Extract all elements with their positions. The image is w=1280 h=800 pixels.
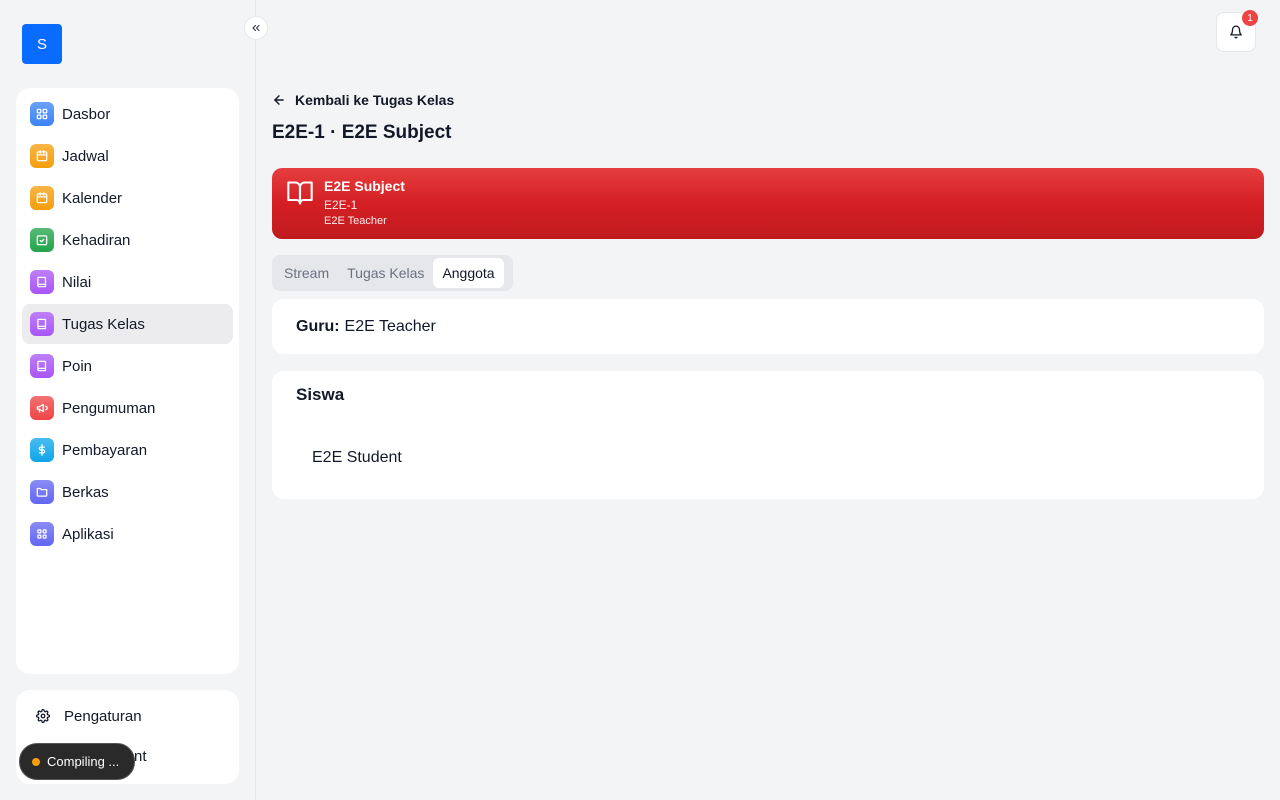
sidebar-item-pengumuman[interactable]: Pengumuman xyxy=(22,388,233,428)
sidebar-item-tugas-kelas[interactable]: Tugas Kelas xyxy=(22,304,233,344)
sidebar-item-label: Nilai xyxy=(62,273,92,291)
check-calendar-icon xyxy=(30,228,54,252)
class-tabs: Stream Tugas Kelas Anggota xyxy=(272,255,513,291)
sidebar-item-label: Kalender xyxy=(62,189,123,207)
sidebar-item-kehadiran[interactable]: Kehadiran xyxy=(22,220,233,260)
banner-teacher: E2E Teacher xyxy=(324,215,387,227)
sidebar-item-berkas[interactable]: Berkas xyxy=(22,472,233,512)
banner-class-code: E2E-1 xyxy=(324,198,358,212)
status-dot xyxy=(32,757,40,766)
subject-banner: E2E Subject E2E-1 E2E Teacher xyxy=(272,168,1264,239)
app-root: S Dasbor Jadwal Kalender Kehadiran Nilai Tuga… xyxy=(0,0,1280,800)
sidebar-item-kalender[interactable]: Kalender xyxy=(22,178,233,218)
sidebar-item-poin[interactable]: Poin xyxy=(22,346,233,386)
sidebar-item-pembayaran[interactable]: Pembayaran xyxy=(22,430,233,470)
collapse-sidebar-button[interactable] xyxy=(244,16,268,40)
student-row: E2E Student xyxy=(312,449,402,466)
dashboard-icon xyxy=(30,102,54,126)
sidebar-item-nilai[interactable]: Nilai xyxy=(22,262,233,302)
arrow-left-icon xyxy=(274,95,284,105)
logo[interactable]: S xyxy=(22,24,62,64)
sidebar-item-aplikasi[interactable]: Aplikasi xyxy=(22,514,233,554)
gear-icon xyxy=(36,709,50,723)
teacher-name: E2E Teacher xyxy=(344,317,436,335)
settings-label: Pengaturan xyxy=(64,707,142,725)
compiling-toast: Compiling ... xyxy=(19,743,135,780)
megaphone-icon xyxy=(30,396,54,420)
teacher-card: Guru: E2E Teacher xyxy=(272,299,1264,354)
students-card: Siswa E2E Student xyxy=(272,371,1264,499)
sidebar-item-label: Tugas Kelas xyxy=(62,315,145,333)
sidebar-nav: Dasbor Jadwal Kalender Kehadiran Nilai Tugas … xyxy=(16,88,239,674)
account-label-partial: nt xyxy=(134,747,147,765)
book-open-icon xyxy=(285,179,315,212)
bell-icon xyxy=(1230,25,1242,39)
page-title: E2E-1 · E2E Subject xyxy=(272,122,452,143)
tab-assignments[interactable]: Tugas Kelas xyxy=(338,258,433,288)
dollar-icon xyxy=(30,438,54,462)
tab-stream[interactable]: Stream xyxy=(275,258,338,288)
back-label: Kembali ke Tugas Kelas xyxy=(295,92,455,108)
sidebar-item-label: Berkas xyxy=(62,483,109,501)
sidebar-item-label: Aplikasi xyxy=(62,525,114,543)
back-to-assignments-link[interactable]: Kembali ke Tugas Kelas xyxy=(272,90,454,110)
apps-icon xyxy=(30,522,54,546)
sidebar-item-jadwal[interactable]: Jadwal xyxy=(22,136,233,176)
students-title: Siswa xyxy=(296,385,345,404)
book-icon xyxy=(30,354,54,378)
chevrons-left-icon xyxy=(252,24,260,32)
tab-members[interactable]: Anggota xyxy=(433,258,504,288)
sidebar-item-label: Pembayaran xyxy=(62,441,148,459)
book-icon xyxy=(30,312,54,336)
sidebar-item-label: Dasbor xyxy=(62,105,111,123)
calendar-icon xyxy=(30,186,54,210)
sidebar-item-dasbor[interactable]: Dasbor xyxy=(22,94,233,134)
teacher-label: Guru: xyxy=(296,317,340,335)
sidebar-item-label: Poin xyxy=(62,357,93,375)
sidebar-item-label: Pengumuman xyxy=(62,399,156,417)
logo-letter: S xyxy=(36,35,47,53)
folder-icon xyxy=(30,480,54,504)
notification-badge: 1 xyxy=(1242,10,1258,26)
sidebar-item-settings[interactable]: Pengaturan xyxy=(22,696,233,736)
sidebar: S Dasbor Jadwal Kalender Kehadiran Nilai Tuga… xyxy=(0,0,256,800)
book-icon xyxy=(30,270,54,294)
banner-subject: E2E Subject xyxy=(324,178,405,194)
toast-text: Compiling ... xyxy=(47,754,120,769)
sidebar-item-label: Jadwal xyxy=(62,147,109,165)
calendar-icon xyxy=(30,144,54,168)
sidebar-item-label: Kehadiran xyxy=(62,231,131,249)
